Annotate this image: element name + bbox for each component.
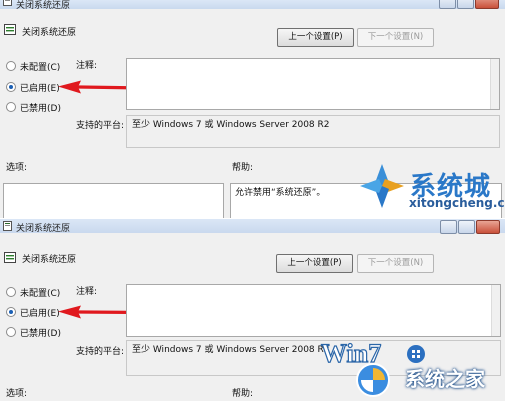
comment-textbox[interactable]	[126, 58, 500, 110]
window-title: 关闭系统还原	[16, 1, 71, 11]
options-label: 选项:	[6, 163, 28, 173]
scrollbar[interactable]	[490, 59, 499, 109]
watermark-url-top: xitongcheng.com	[409, 196, 505, 210]
window-title: 关闭系统还原	[16, 224, 71, 234]
policy-setting-icon	[4, 24, 16, 35]
help-label: 帮助:	[232, 389, 254, 399]
xitongzhijia-logo-icon	[356, 363, 390, 397]
comment-label: 注释:	[76, 61, 98, 71]
help-label: 帮助:	[232, 163, 254, 173]
setting-heading: 关闭系统还原	[22, 255, 77, 265]
close-button[interactable]	[476, 220, 500, 234]
radio-button[interactable]	[6, 102, 16, 112]
radio-button[interactable]	[6, 82, 16, 92]
scrollbar[interactable]	[491, 285, 500, 336]
options-box	[3, 183, 224, 218]
radio-button[interactable]	[6, 327, 16, 337]
window-titlebar: 关闭系统还原	[0, 0, 505, 11]
maximize-button[interactable]	[458, 220, 475, 234]
options-label: 选项:	[6, 389, 28, 399]
xitongcheng-logo-icon	[360, 164, 404, 208]
watermark-brand-bottom: 系统之家	[405, 367, 485, 391]
supported-platform-label: 支持的平台:	[76, 347, 125, 357]
policy-window-icon	[3, 0, 12, 6]
supported-platform-value: 至少 Windows 7 或 Windows Server 2008 R2	[126, 115, 500, 148]
window-titlebar: 关闭系统还原	[0, 219, 505, 234]
maximize-button[interactable]	[457, 0, 474, 9]
minimize-button[interactable]	[439, 0, 456, 9]
previous-setting-button[interactable]: 上一个设置(P)	[277, 28, 354, 47]
minimize-button[interactable]	[440, 220, 457, 234]
comment-label: 注释:	[76, 287, 98, 297]
policy-setting-icon	[4, 252, 16, 263]
next-setting-button[interactable]: 下一个设置(N)	[357, 254, 434, 273]
supported-platform-label: 支持的平台:	[76, 121, 125, 131]
policy-window-icon	[3, 221, 12, 231]
previous-setting-button[interactable]: 上一个设置(P)	[276, 254, 353, 273]
close-button[interactable]	[475, 0, 499, 9]
setting-heading: 关闭系统还原	[22, 28, 77, 38]
next-setting-button[interactable]: 下一个设置(N)	[357, 28, 434, 47]
radio-button[interactable]	[6, 307, 16, 317]
comment-textbox[interactable]	[126, 284, 501, 337]
radio-button[interactable]	[6, 61, 16, 71]
radio-button[interactable]	[6, 287, 16, 297]
